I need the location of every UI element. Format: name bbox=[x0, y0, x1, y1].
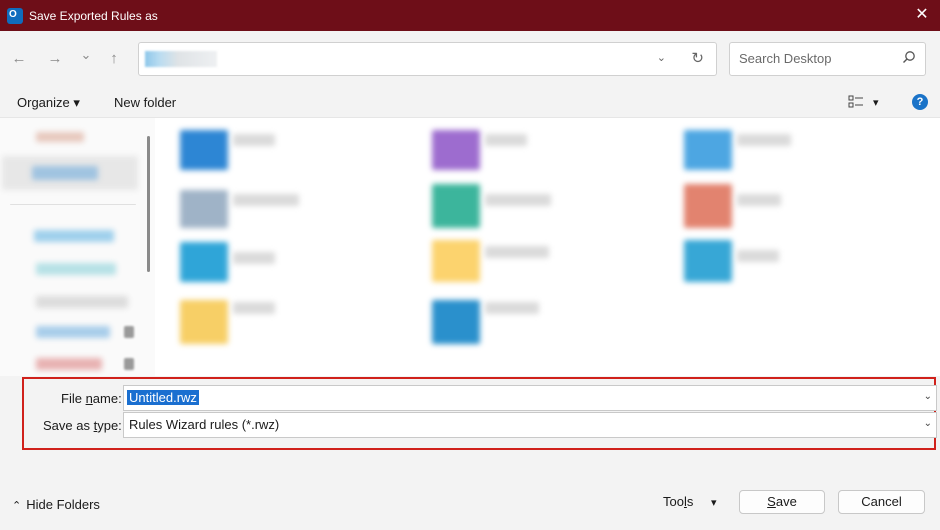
file-item-label-redacted[interactable] bbox=[485, 134, 527, 146]
up-arrow-icon[interactable]: ↑ bbox=[104, 49, 124, 69]
recent-locations-chevron-icon[interactable]: ⌄ bbox=[76, 45, 96, 65]
dialog-footer: ⌃ Hide Folders Tools ▾ Save Cancel bbox=[0, 472, 940, 530]
sidebar-item-redacted bbox=[32, 166, 98, 180]
search-icon[interactable] bbox=[902, 50, 916, 64]
file-item-icon[interactable] bbox=[432, 130, 480, 170]
search-input[interactable] bbox=[739, 51, 889, 66]
close-icon[interactable]: ✕ bbox=[912, 5, 932, 25]
chevron-up-icon: ⌃ bbox=[12, 500, 22, 512]
sidebar-item-redacted[interactable] bbox=[36, 358, 102, 370]
tools-dropdown-icon: ▾ bbox=[710, 497, 717, 509]
new-folder-button[interactable]: New folder bbox=[114, 95, 176, 110]
search-box[interactable] bbox=[729, 42, 926, 76]
view-dropdown-icon[interactable]: ▾ bbox=[873, 96, 879, 109]
pin-icon[interactable] bbox=[124, 326, 134, 338]
file-item-label-redacted[interactable] bbox=[233, 302, 275, 314]
file-item-label-redacted[interactable] bbox=[737, 194, 781, 206]
file-item-icon[interactable] bbox=[180, 190, 228, 228]
file-name-label: File name: bbox=[61, 391, 122, 406]
organize-button[interactable]: Organize ▾ bbox=[17, 95, 80, 111]
sidebar-divider bbox=[10, 204, 136, 205]
save-type-value[interactable]: Rules Wizard rules (*.rwz) bbox=[127, 417, 281, 432]
file-name-dropdown-icon[interactable]: ⌄ bbox=[924, 391, 932, 402]
file-item-label-redacted[interactable] bbox=[737, 134, 791, 146]
sidebar-item-redacted[interactable] bbox=[36, 326, 110, 338]
file-name-input-value[interactable]: Untitled.rwz bbox=[127, 390, 199, 405]
scrollbar-thumb[interactable] bbox=[147, 136, 150, 272]
outlook-app-icon bbox=[7, 7, 23, 24]
hide-folders-label: Hide Folders bbox=[26, 497, 100, 512]
help-icon[interactable]: ? bbox=[912, 94, 928, 110]
file-item-icon[interactable] bbox=[684, 184, 732, 228]
address-bar[interactable]: ⌄ ↻ bbox=[138, 42, 717, 76]
sidebar-scrollbar[interactable] bbox=[145, 118, 153, 376]
refresh-icon[interactable]: ↻ bbox=[691, 49, 704, 67]
sidebar-item-redacted[interactable] bbox=[36, 263, 116, 275]
file-item-icon[interactable] bbox=[180, 130, 228, 170]
file-item-label-redacted[interactable] bbox=[233, 194, 299, 206]
file-item-label-redacted[interactable] bbox=[233, 134, 275, 146]
file-item-icon[interactable] bbox=[684, 240, 732, 282]
file-item-icon[interactable] bbox=[432, 184, 480, 228]
window-title: Save Exported Rules as bbox=[29, 8, 158, 23]
sidebar-item-redacted[interactable] bbox=[34, 230, 114, 242]
address-path-redacted bbox=[145, 51, 217, 67]
navigation-bar: ← → ⌄ ↑ ⌄ ↻ bbox=[0, 31, 940, 87]
file-item-icon[interactable] bbox=[180, 242, 228, 282]
forward-arrow-icon[interactable]: → bbox=[45, 49, 65, 69]
navigation-pane[interactable] bbox=[0, 118, 155, 376]
address-dropdown-icon[interactable]: ⌄ bbox=[657, 51, 666, 64]
save-form: File name: Untitled.rwz ⌄ Save as type: … bbox=[0, 376, 940, 472]
file-item-icon[interactable] bbox=[432, 300, 480, 344]
save-button[interactable]: Save bbox=[739, 490, 825, 514]
save-type-select[interactable]: Rules Wizard rules (*.rwz) ⌄ bbox=[123, 412, 937, 438]
file-item-label-redacted[interactable] bbox=[485, 246, 549, 258]
save-type-label: Save as type: bbox=[43, 418, 122, 433]
file-item-icon[interactable] bbox=[684, 130, 732, 170]
cancel-button[interactable]: Cancel bbox=[838, 490, 925, 514]
title-bar: Save Exported Rules as ✕ bbox=[0, 0, 940, 31]
pin-icon[interactable] bbox=[124, 358, 134, 370]
file-item-label-redacted[interactable] bbox=[485, 194, 551, 206]
save-type-dropdown-icon[interactable]: ⌄ bbox=[924, 418, 932, 429]
file-item-icon[interactable] bbox=[180, 300, 228, 344]
file-name-field[interactable]: Untitled.rwz ⌄ bbox=[123, 385, 937, 411]
file-item-label-redacted[interactable] bbox=[233, 252, 275, 264]
file-item-label-redacted[interactable] bbox=[737, 250, 779, 262]
view-options-icon[interactable] bbox=[848, 95, 864, 109]
file-item-icon[interactable] bbox=[432, 240, 480, 282]
file-item-label-redacted[interactable] bbox=[485, 302, 539, 314]
tools-button[interactable]: Tools ▾ bbox=[663, 494, 717, 509]
file-list[interactable] bbox=[155, 118, 940, 376]
back-arrow-icon[interactable]: ← bbox=[9, 49, 29, 69]
hide-folders-button[interactable]: ⌃ Hide Folders bbox=[12, 497, 100, 512]
sidebar-item-redacted[interactable] bbox=[36, 132, 84, 142]
command-toolbar: Organize ▾ New folder ▾ ? bbox=[0, 87, 940, 118]
sidebar-item-redacted[interactable] bbox=[36, 296, 128, 308]
